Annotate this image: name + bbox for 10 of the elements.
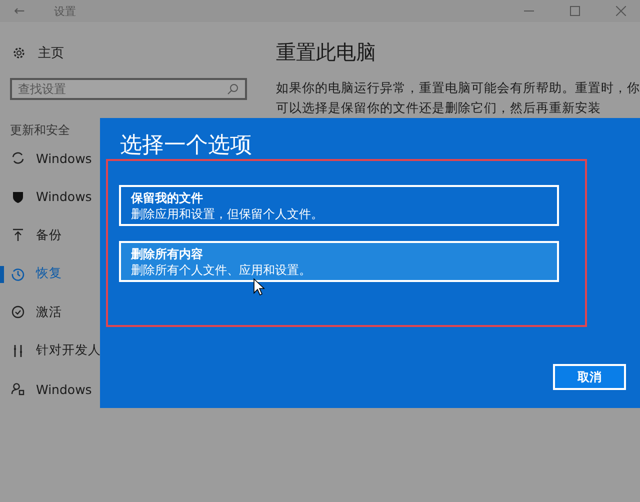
option-title: 保留我的文件: [131, 190, 204, 206]
option-description: 删除应用和设置，但保留个人文件。: [131, 206, 324, 223]
option-title: 删除所有内容: [131, 246, 204, 262]
section-heading: 更新和安全: [10, 122, 71, 139]
window-title: 设置: [54, 4, 76, 18]
description-text: 可以选择是保留你的文件还是删除它们，然后再重新安装: [276, 99, 602, 117]
page-title: 重置此电脑: [276, 39, 377, 66]
description-text: 如果你的电脑运行异常，重置电脑可能会有所帮助。重置时，你: [276, 79, 640, 97]
dialog-title: 选择一个选项: [120, 132, 253, 160]
option-description: 删除所有个人文件、应用和设置。: [131, 262, 312, 279]
